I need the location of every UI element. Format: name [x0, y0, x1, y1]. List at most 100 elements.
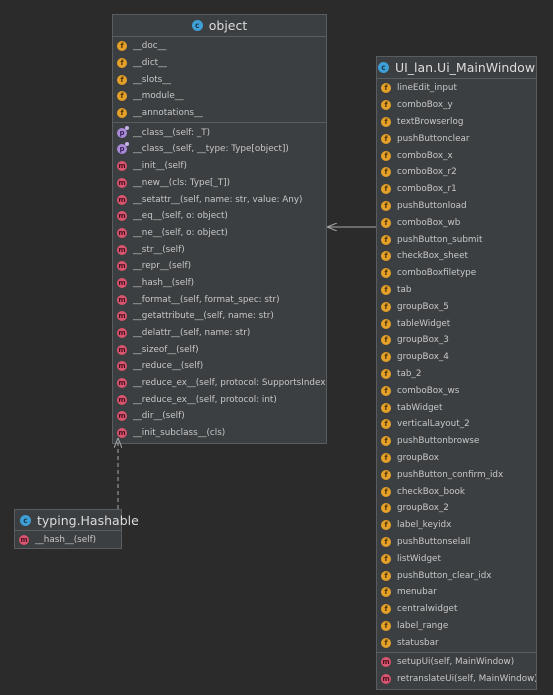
field-row-label: comboBox_wb [397, 217, 461, 228]
field-icon: f [381, 100, 391, 111]
field-row-label: __annotations__ [133, 108, 203, 119]
method-row[interactable]: m __reduce_ex__(self, protocol: SupportsI… [113, 375, 326, 392]
field-icon: f [381, 385, 391, 396]
main-window-class-box[interactable]: c UI_lan.Ui_MainWindow f lineEdit_input f c… [376, 56, 537, 690]
field-row[interactable]: f __slots__ [113, 71, 326, 88]
field-row[interactable]: f groupBox_2 [377, 500, 536, 517]
hashable-class-title: typing.Hashable [37, 512, 139, 528]
field-row[interactable]: f tabWidget [377, 399, 536, 416]
field-row[interactable]: f tab [377, 282, 536, 299]
method-row[interactable]: m __eq__(self, o: object) [113, 208, 326, 225]
method-row[interactable]: m __getattribute__(self, name: str) [113, 308, 326, 325]
method-row[interactable]: m __str__(self) [113, 241, 326, 258]
method-row[interactable]: m __reduce__(self) [113, 358, 326, 375]
field-row[interactable]: f __dict__ [113, 55, 326, 72]
field-row-label: __dict__ [133, 58, 167, 69]
field-row[interactable]: f pushButton_clear_idx [377, 567, 536, 584]
field-row-label: label_keyidx [397, 520, 452, 531]
method-row[interactable]: m __setattr__(self, name: str, value: Any… [113, 191, 326, 208]
field-row[interactable]: f groupBox_5 [377, 298, 536, 315]
method-row-label: __init_subclass__(cls) [133, 428, 226, 439]
field-row[interactable]: f label_range [377, 618, 536, 635]
method-row[interactable]: m __reduce_ex__(self, protocol: int) [113, 391, 326, 408]
method-row[interactable]: p __class__(self, __type: Type[object]) [113, 141, 326, 158]
field-row[interactable]: f comboBox_wb [377, 214, 536, 231]
hashable-class-header[interactable]: c typing.Hashable [15, 510, 139, 531]
field-row[interactable]: f centralwidget [377, 601, 536, 618]
method-row[interactable]: m __new__(cls: Type[_T]) [113, 175, 326, 192]
method-row[interactable]: m __init_subclass__(cls) [113, 425, 326, 442]
method-row[interactable]: m __repr__(self) [113, 258, 326, 275]
method-row-label: __getattribute__(self, name: str) [133, 311, 274, 322]
method-row[interactable]: m __format__(self, format_spec: str) [113, 291, 326, 308]
method-row[interactable]: m __init__(self) [113, 158, 326, 175]
method-icon: m [117, 378, 127, 389]
field-row[interactable]: f tab_2 [377, 366, 536, 383]
object-class-header[interactable]: c object [113, 15, 326, 37]
field-row[interactable]: f comboBoxfiletype [377, 265, 536, 282]
method-row-label: __format__(self, format_spec: str) [133, 294, 280, 305]
field-icon: f [381, 620, 391, 631]
field-row[interactable]: f statusbar [377, 634, 536, 651]
method-icon: m [117, 311, 127, 322]
field-row[interactable]: f menubar [377, 584, 536, 601]
method-row[interactable]: m __hash__(self) [15, 532, 121, 547]
hashable-class-box[interactable]: c typing.Hashable m __hash__(self) [14, 509, 139, 549]
field-icon: f [381, 234, 391, 245]
field-row[interactable]: f pushButtonload [377, 198, 536, 215]
field-row[interactable]: f groupBox_3 [377, 332, 536, 349]
method-row[interactable]: m __hash__(self) [113, 275, 326, 292]
main-window-fields-section: f lineEdit_inputf comboBox_y f textBrowserlo… [377, 79, 536, 654]
field-row[interactable]: f __annotations__ [113, 105, 326, 122]
field-row-label: tabWidget [397, 402, 443, 413]
method-row[interactable]: p __class__(self: _T) [113, 124, 326, 141]
field-row-label: listWidget [397, 553, 441, 564]
method-icon: m [117, 428, 127, 439]
field-icon: f [381, 268, 391, 279]
field-row[interactable]: f pushButton_submit [377, 231, 536, 248]
field-row-label: statusbar [397, 637, 439, 648]
field-row[interactable]: f groupBox [377, 450, 536, 467]
method-row[interactable]: m __sizeof__(self) [113, 341, 326, 358]
field-icon: f [381, 604, 391, 615]
method-row[interactable]: m retranslateUi(self, MainWindow) [377, 671, 536, 688]
property-icon: p [117, 142, 129, 155]
field-row[interactable]: f comboBox_ws [377, 382, 536, 399]
field-row-label: menubar [397, 587, 437, 598]
field-row[interactable]: f tableWidget [377, 315, 536, 332]
field-row[interactable]: f pushButtonselall [377, 534, 536, 551]
field-row[interactable]: f textBrowserlog [377, 114, 536, 131]
field-row-label: comboBox_r2 [397, 167, 457, 178]
field-row[interactable]: f verticalLayout_2 [377, 416, 536, 433]
method-icon: m [19, 534, 29, 545]
method-row[interactable]: m setupUi(self, MainWindow) [377, 654, 536, 671]
field-icon: f [381, 570, 391, 581]
method-row-label: __class__(self: _T) [133, 127, 211, 138]
field-row[interactable]: f listWidget [377, 550, 536, 567]
field-row[interactable]: f comboBox_y [377, 97, 536, 114]
field-row[interactable]: f checkBox_sheet [377, 248, 536, 265]
field-icon: f [381, 318, 391, 329]
method-row-label: __ne__(self, o: object) [133, 227, 228, 238]
method-row[interactable]: m __delattr__(self, name: str) [113, 325, 326, 342]
field-row[interactable]: f checkBox_book [377, 483, 536, 500]
object-class-box[interactable]: c object f __doc__ f __dict__ f __slots__ f __m… [112, 14, 327, 444]
field-row[interactable]: f lineEdit_input [377, 80, 536, 97]
field-row[interactable]: f pushButtonbrowse [377, 433, 536, 450]
field-row[interactable]: f pushButtonclear [377, 130, 536, 147]
field-icon: f [381, 116, 391, 127]
field-row-label: comboBox_y [397, 100, 453, 111]
method-row[interactable]: m __dir__(self) [113, 408, 326, 425]
field-row[interactable]: f comboBox_r2 [377, 164, 536, 181]
field-row[interactable]: f comboBox_x [377, 147, 536, 164]
field-row[interactable]: f groupBox_4 [377, 349, 536, 366]
field-row[interactable]: f __module__ [113, 88, 326, 105]
field-row[interactable]: f pushButton_confirm_idx [377, 466, 536, 483]
field-row-label: pushButton_confirm_idx [397, 469, 504, 480]
field-row[interactable]: f label_keyidx [377, 517, 536, 534]
main-window-class-header[interactable]: c UI_lan.Ui_MainWindow [377, 57, 536, 79]
field-row[interactable]: f __doc__ [113, 38, 326, 55]
field-icon: f [381, 503, 391, 514]
method-row[interactable]: m __ne__(self, o: object) [113, 225, 326, 242]
field-row[interactable]: f comboBox_r1 [377, 181, 536, 198]
